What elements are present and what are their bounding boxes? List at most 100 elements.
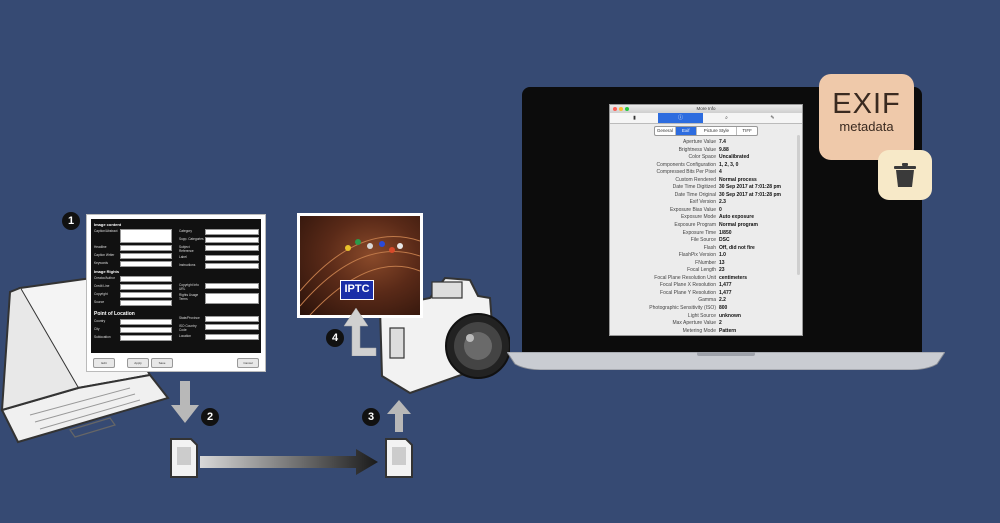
- transfer-arrow-icon: [200, 449, 378, 475]
- exif-key: Max Aperture Value: [672, 320, 716, 327]
- arrow-up-bent-icon: [342, 306, 378, 356]
- form-field-label: Category: [179, 229, 192, 233]
- exif-row: Photographic Sensitivity (ISO) 800: [610, 305, 802, 313]
- form-section-title: Point of Location: [94, 311, 135, 317]
- save-button[interactable]: Save: [151, 358, 173, 368]
- caption-writer-field[interactable]: [120, 253, 172, 259]
- form-field-label: ISO Country Code: [179, 324, 197, 332]
- iso-country-field[interactable]: [205, 324, 259, 330]
- form-field-label: Location: [179, 334, 192, 338]
- zoom-window-button[interactable]: [625, 107, 629, 111]
- exif-row: Focal Length 23: [610, 267, 802, 275]
- minimize-window-button[interactable]: [619, 107, 623, 111]
- exif-row: Gamma 2.2: [610, 297, 802, 305]
- delete-metadata-button[interactable]: [878, 150, 932, 200]
- form-field-label: Source: [94, 300, 105, 304]
- exif-key: Flash: [703, 244, 716, 251]
- form-field-label: Caption/Abstract: [94, 229, 118, 233]
- exif-value: 7.4: [719, 139, 726, 145]
- exif-value: 23: [719, 267, 725, 274]
- exif-key: Metering Mode: [682, 327, 716, 334]
- exif-value: centimeters: [719, 274, 748, 281]
- copyright-url-field[interactable]: [205, 283, 259, 289]
- creator-field[interactable]: [120, 276, 172, 282]
- exif-value: 2.2: [719, 297, 726, 304]
- instructions-field[interactable]: [205, 263, 259, 269]
- exif-value: DSC: [719, 237, 730, 244]
- country-field[interactable]: [120, 319, 172, 325]
- step-3-badge: 3: [362, 408, 380, 426]
- location-field[interactable]: [205, 334, 259, 340]
- exif-value: 0: [719, 206, 722, 213]
- exif-value: 1,477: [719, 282, 732, 289]
- rights-usage-field[interactable]: [205, 293, 259, 304]
- exif-key: Date Time Digitized: [672, 184, 716, 191]
- exif-metadata-badge: EXIF metadata: [819, 74, 914, 160]
- exif-value: 13: [719, 259, 725, 266]
- form-field-label: Creator/Author: [94, 276, 115, 280]
- exif-value: Pattern: [719, 327, 737, 334]
- window-title: More Info: [696, 106, 716, 111]
- arrow-up-icon: [387, 400, 411, 432]
- exif-row: Date Time Digitized 30 Sep 2017 at 7:01:2…: [610, 184, 802, 192]
- exif-row: Exposure Program Normal program: [610, 222, 802, 230]
- exif-row: Metering Mode Pattern: [610, 327, 802, 335]
- headline-field[interactable]: [120, 245, 172, 251]
- subject-field[interactable]: [205, 245, 259, 251]
- tab-picture-style[interactable]: Picture Style: [697, 127, 738, 135]
- tab-exif[interactable]: Exif: [675, 127, 697, 135]
- window-title-bar: More Info: [610, 105, 802, 113]
- scrollbar[interactable]: [797, 135, 800, 275]
- category-field[interactable]: [205, 229, 259, 235]
- trash-icon: [894, 163, 916, 187]
- exif-row: Max Aperture Value 2: [610, 320, 802, 328]
- tab-tiff[interactable]: TIFF: [737, 127, 757, 135]
- form-section-title: Image content: [94, 222, 122, 227]
- form-field-label: Sublocation: [94, 335, 111, 339]
- step-2-badge: 2: [201, 408, 219, 426]
- city-field[interactable]: [120, 327, 172, 333]
- source-field[interactable]: [120, 300, 172, 306]
- copyright-field[interactable]: [120, 292, 172, 298]
- tab-general[interactable]: General: [655, 127, 676, 135]
- sublocation-field[interactable]: [120, 335, 172, 341]
- cancel-button[interactable]: Cancel: [237, 358, 259, 368]
- exif-row: Compressed Bits Per Pixel 4: [610, 169, 802, 177]
- magnifier-icon[interactable]: ⌕: [704, 113, 749, 123]
- form-field-label: Country: [94, 319, 106, 323]
- label-field[interactable]: [205, 255, 259, 261]
- pen-icon[interactable]: ✎: [750, 113, 795, 123]
- exif-row: Color Space Uncalibrated: [610, 154, 802, 162]
- form-field-label: Copyright: [94, 292, 108, 296]
- exif-value: 2: [719, 320, 722, 327]
- arrow-down-icon: [171, 381, 199, 423]
- caption-field[interactable]: [120, 229, 172, 243]
- exif-key: Exposure Time: [682, 229, 716, 236]
- iptc-metadata-form: Image content Caption/Abstract Headline …: [86, 214, 266, 372]
- exif-row: File Source DSC: [610, 237, 802, 245]
- form-field-label: Label: [179, 255, 187, 259]
- exif-badge-title: EXIF: [832, 88, 901, 120]
- exif-row: Exposure Time 1/850: [610, 230, 802, 238]
- supp-category-field[interactable]: [205, 237, 259, 243]
- exif-row: Exposure Mode Auto exposure: [610, 214, 802, 222]
- state-field[interactable]: [205, 316, 259, 322]
- apply-button[interactable]: Apply: [127, 358, 149, 368]
- form-field-label: Credit Line: [94, 284, 110, 288]
- close-window-button[interactable]: [613, 107, 617, 111]
- exif-row: Exposure Bias Value 0: [610, 207, 802, 215]
- document-icon[interactable]: ▮: [612, 113, 657, 123]
- keywords-field[interactable]: [120, 261, 172, 267]
- exif-value: 1.0: [719, 252, 726, 259]
- edit-button[interactable]: Edit: [93, 358, 115, 368]
- info-icon[interactable]: ⓘ: [658, 113, 703, 123]
- exif-key: Color Space: [688, 154, 716, 161]
- exif-row: Pixel X Dimension3,456: [610, 335, 802, 336]
- info-toolbar: ▮ ⓘ ⌕ ✎: [610, 113, 802, 124]
- exif-value: Uncalibrated: [719, 154, 750, 161]
- exif-row: Aperture Value 7.4: [610, 139, 802, 147]
- credit-field[interactable]: [120, 284, 172, 290]
- exif-value: 9.88: [719, 146, 729, 153]
- exif-key: Date Time Original: [674, 191, 716, 198]
- exif-key: Exposure Mode: [680, 214, 716, 221]
